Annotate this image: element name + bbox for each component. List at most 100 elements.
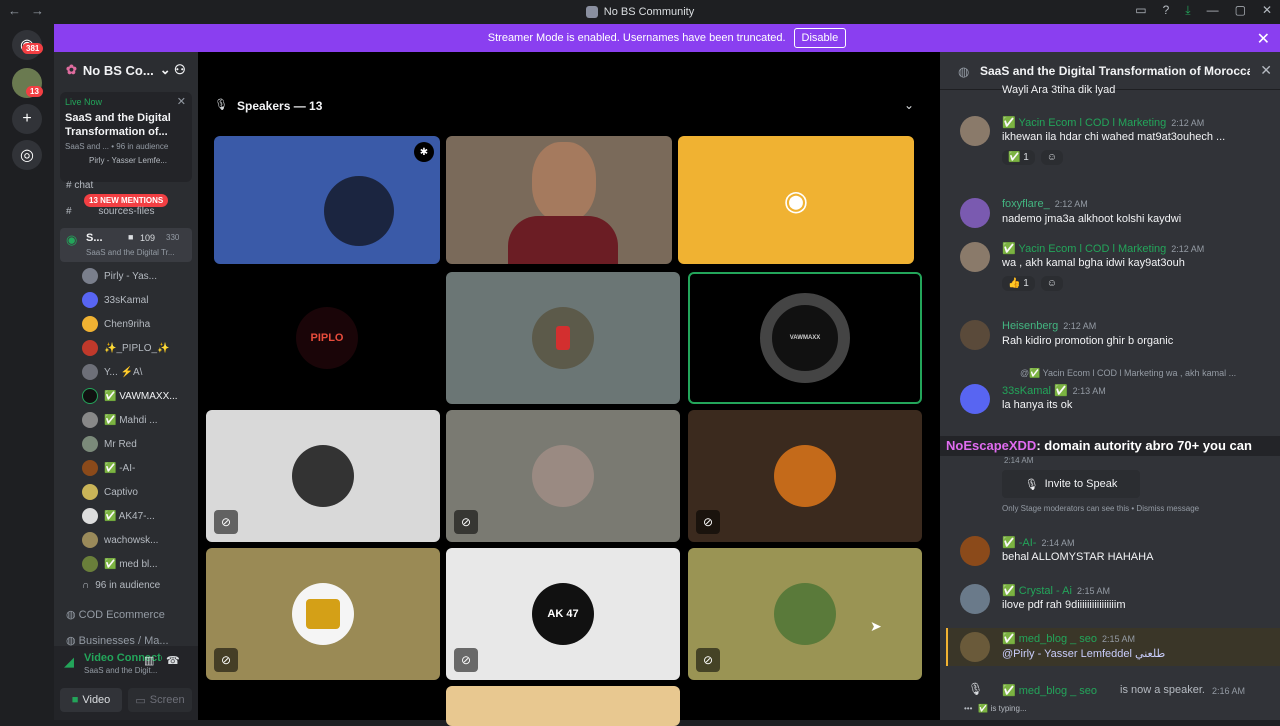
message-author[interactable]: Heisenberg 2:12 AM (1002, 320, 1096, 332)
message-author[interactable]: ✅ Yacin Ecom l COD l Marketing 2:12 AM (1002, 116, 1204, 129)
speaker-tile[interactable]: ⊘ ➤ (688, 548, 922, 680)
back-icon[interactable]: ← (8, 3, 21, 18)
avatar: VAWMAXX (760, 293, 850, 383)
stage-host: Pirly - Yasser Lemfe... (89, 156, 167, 165)
streamer-mode-banner: Streamer Mode is enabled. Usernames have… (54, 24, 1280, 52)
disconnect-icon[interactable]: ☎ (166, 654, 180, 667)
reaction[interactable]: ✅ 1 (1002, 150, 1035, 165)
avatar (82, 484, 98, 500)
download-icon[interactable]: ⤓ (1185, 3, 1190, 18)
muted-mic-icon: ⊘ (454, 510, 478, 534)
maximize-icon[interactable]: ▢ (1235, 3, 1246, 18)
avatar[interactable] (960, 242, 990, 272)
avatar[interactable] (960, 198, 990, 228)
add-member-icon[interactable]: ⚇ (174, 62, 186, 78)
close-live-icon[interactable]: ✕ (177, 95, 186, 108)
server-header[interactable]: ✿ No BS Co... ⌄ ⚇ (54, 52, 198, 88)
message-author[interactable]: ✅ Yacin Ecom l COD l Marketing 2:12 AM (1002, 242, 1204, 255)
server-logo-icon: ✿ (66, 62, 77, 77)
avatar[interactable] (960, 320, 990, 350)
message-text: nademo jma3a alkhoot kolshi kaydwi (1002, 213, 1182, 225)
invite-to-speak-button[interactable]: 🎙 Invite to Speak (1002, 470, 1140, 498)
reactions: 👍 1 ☺ (1002, 276, 1064, 291)
speaker-tile[interactable]: AK 47 ⊘ (446, 548, 680, 680)
screen-button[interactable]: ▭ Screen (128, 688, 192, 712)
message-author[interactable]: foxyflare_ 2:12 AM (1002, 198, 1088, 210)
message-author[interactable]: ✅ -AI- 2:14 AM (1002, 536, 1075, 549)
reaction[interactable]: 👍 1 (1002, 276, 1035, 291)
member-item[interactable]: ✅ Mahdi ... (82, 412, 192, 428)
forward-icon[interactable]: → (31, 3, 44, 18)
avatar (82, 388, 98, 404)
signal-icon: ◢ (64, 654, 74, 669)
speaker-tile[interactable]: PIPLO (214, 272, 440, 404)
active-stage-channel[interactable]: ◉ S... ■ 109 330 SaaS and the Digital Tr… (60, 228, 192, 262)
thread-icon: ◍ (958, 64, 970, 79)
member-item[interactable]: ✨_PIPLO_✨ (82, 340, 192, 356)
camera-icon: ■ (128, 232, 134, 242)
muted-mic-icon: ⊘ (696, 510, 720, 534)
member-item[interactable]: Y... ⚡A\ (82, 364, 192, 380)
member-item[interactable]: Chen9riha (82, 316, 192, 332)
member-item[interactable]: ✅ VAWMAXX... (82, 388, 192, 404)
category-cod-ecommerce[interactable]: ◍ COD Ecommerce (66, 608, 165, 621)
video-button[interactable]: ■ Video (60, 688, 122, 712)
member-item[interactable]: Mr Red (82, 436, 192, 452)
discord-avatar-icon[interactable] (960, 384, 990, 414)
explore-icon[interactable]: ◎ (12, 140, 42, 170)
audience-count[interactable]: ∩ 96 in audience (82, 580, 192, 591)
avatar: AK 47 (532, 583, 594, 645)
server-badge: 13 (26, 86, 43, 97)
moderator-note[interactable]: Only Stage moderators can see this • Dis… (1002, 504, 1199, 513)
speaker-tile[interactable]: ⊘ (206, 410, 440, 542)
title-bar: ← → No BS Community ▭ ? ⤓ — ▢ ✕ (0, 0, 1280, 24)
help-icon[interactable]: ? (1163, 3, 1170, 18)
message-text: Wayli Ara 3tiha dik lyad (1002, 84, 1116, 96)
member-item[interactable]: Pirly - Yas... (82, 268, 192, 284)
add-reaction-icon[interactable]: ☺ (1040, 276, 1064, 291)
speaker-tile[interactable]: VAWMAXX (688, 272, 922, 404)
avatar[interactable] (960, 116, 990, 146)
avatar[interactable] (960, 536, 990, 566)
member-item[interactable]: wachowsk... (82, 532, 192, 548)
speaker-tile[interactable]: ◉ (678, 136, 914, 264)
close-chat-icon[interactable]: ✕ (1260, 62, 1272, 79)
member-item[interactable]: ✅ med bl... (82, 556, 192, 572)
minimize-icon[interactable]: — (1207, 3, 1219, 18)
server-rail: ◉ 381 13 + ◎ (0, 24, 54, 720)
channel-chat[interactable]: # chat (66, 180, 93, 191)
avatar (774, 583, 836, 645)
message-author[interactable]: ✅ med_blog _ seo 2:15 AM (1002, 632, 1135, 645)
close-window-icon[interactable]: ✕ (1262, 3, 1272, 18)
member-item[interactable]: ✅ AK47-... (82, 508, 192, 524)
noise-icon[interactable]: ▥ (144, 654, 154, 667)
speaker-tile[interactable]: ⊘ (688, 410, 922, 542)
inbox-icon[interactable]: ▭ (1135, 3, 1146, 18)
speaker-tile[interactable] (446, 136, 672, 264)
live-now-card[interactable]: Live Now ✕ SaaS and the Digital Transfor… (60, 92, 192, 182)
avatar (532, 445, 594, 507)
reply-reference[interactable]: @✅ Yacin Ecom l COD l Marketing wa , akh… (1020, 368, 1236, 379)
speaker-tile[interactable]: ⊘ (446, 410, 680, 542)
avatar[interactable] (960, 632, 990, 662)
member-item[interactable]: 33sKamal (82, 292, 192, 308)
add-server-icon[interactable]: + (12, 104, 42, 134)
message-author[interactable]: ✅ Crystal - Ai 2:15 AM (1002, 584, 1110, 597)
close-banner-icon[interactable]: ✕ (1257, 29, 1270, 49)
avatar (82, 460, 98, 476)
message-author[interactable]: ✅ med_blog _ seo (1002, 684, 1097, 697)
channel-sources-files[interactable]: # sources-files (66, 206, 154, 217)
stage-count: 109 (140, 233, 156, 243)
speaker-tile[interactable] (446, 686, 680, 726)
member-item[interactable]: Captivo (82, 484, 192, 500)
chevron-down-icon[interactable]: ⌄ (904, 98, 914, 112)
member-item[interactable]: ✅ -AI- (82, 460, 192, 476)
avatar[interactable] (960, 584, 990, 614)
message-author[interactable]: 33sKamal ✅ 2:13 AM (1002, 384, 1106, 397)
speaker-tile[interactable]: ⊘ (206, 548, 440, 680)
speaker-tile[interactable]: ✱ (214, 136, 440, 264)
add-reaction-icon[interactable]: ☺ (1040, 150, 1064, 165)
avatar (82, 532, 98, 548)
speaker-tile[interactable] (446, 272, 680, 404)
disable-button[interactable]: Disable (793, 28, 847, 48)
